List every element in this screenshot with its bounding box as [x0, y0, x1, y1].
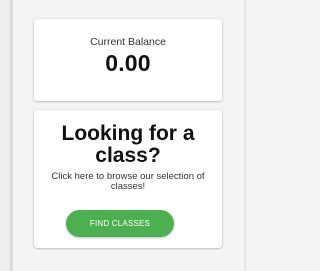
balance-card: Current Balance 0.00: [34, 19, 222, 101]
find-class-card[interactable]: Looking for a class? Click here to brows…: [34, 110, 222, 248]
right-divider: [244, 0, 246, 271]
find-classes-button[interactable]: FIND CLASSES: [66, 210, 174, 237]
balance-label: Current Balance: [90, 36, 166, 48]
find-class-description[interactable]: Click here to browse our selection of cl…: [38, 172, 218, 192]
left-divider: [10, 0, 13, 271]
balance-value: 0.00: [105, 50, 151, 76]
find-class-title: Looking for a class?: [61, 122, 195, 167]
